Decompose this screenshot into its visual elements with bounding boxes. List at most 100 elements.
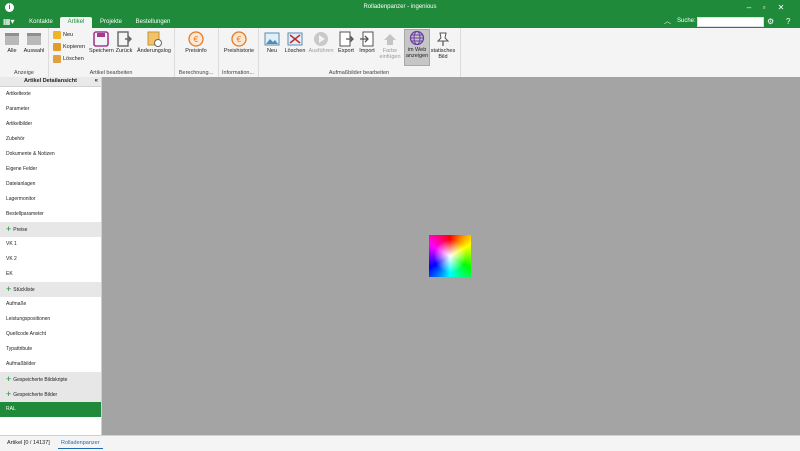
sidebar-item-label: Artikelbilder <box>6 121 33 127</box>
sidebar-item-label: VK 2 <box>6 256 17 262</box>
sidebar-item-label: Aufmaße <box>6 301 27 307</box>
save-button[interactable]: Speichern <box>89 31 114 54</box>
run-button[interactable]: Ausführen <box>308 31 334 54</box>
sidebar-item-aufmaßbilder[interactable]: Aufmaßbilder <box>0 357 101 372</box>
status-bar: Artikel [0 / 14137] Rolladenpanzer <box>0 435 800 451</box>
change-log-button[interactable]: Änderungslog <box>136 31 172 54</box>
status-tab-article-count[interactable]: Artikel [0 / 14137] <box>4 438 53 448</box>
svg-text:€: € <box>193 35 198 44</box>
status-tab-rolladenpanzer[interactable]: Rolladenpanzer <box>58 438 103 449</box>
price-info-button[interactable]: € Preisinfo <box>182 31 210 54</box>
sidebar: Artikel Detailansicht « Artikeltexte Para… <box>0 77 102 435</box>
insert-color-button[interactable]: Farbe einfügen <box>378 31 402 60</box>
sidebar-item-artikelbilder[interactable]: Artikelbilder <box>0 117 101 132</box>
tab-bestellungen[interactable]: Bestellungen <box>131 17 175 28</box>
close-icon[interactable]: ✕ <box>774 2 788 14</box>
sidebar-title: Artikel Detailansicht <box>24 78 77 84</box>
sidebar-nav-list: Artikeltexte Parameter Artikelbilder Zubehö… <box>0 87 101 417</box>
back-button[interactable]: Zurück <box>114 31 134 54</box>
sidebar-item-vk-1[interactable]: VK 1 <box>0 237 101 252</box>
sidebar-group-preise[interactable]: + Preise <box>0 222 101 237</box>
search-label: Suche: <box>677 18 696 24</box>
sidebar-item-leistungspositionen[interactable]: Leistungspositionen <box>0 312 101 327</box>
sidebar-item-label: Preise <box>13 226 28 233</box>
ribbon-group-label: Berechnung... <box>178 70 214 76</box>
sidebar-item-label: Artikeltexte <box>6 91 31 97</box>
export-button[interactable]: Export <box>336 31 356 54</box>
sidebar-item-label: Dokumente & Notizen <box>6 151 55 157</box>
sidebar-item-zubehör[interactable]: Zubehör <box>0 132 101 147</box>
search-input[interactable] <box>697 17 764 27</box>
restore-icon[interactable]: ▫ <box>757 2 771 14</box>
new-image-button[interactable]: Neu <box>262 31 282 54</box>
change-log-icon <box>147 31 162 47</box>
sidebar-item-label: Typattribute <box>6 346 33 352</box>
sidebar-item-lagermonitor[interactable]: Lagermonitor <box>0 192 101 207</box>
new-article-button[interactable]: Neu <box>53 30 73 40</box>
show-in-web-button[interactable]: im Web anzeigen <box>404 29 430 66</box>
title-bar: i Rolladenpanzer - ingenious – ▫ ✕ <box>0 0 800 16</box>
sidebar-item-aufmaße[interactable]: Aufmaße <box>0 297 101 312</box>
sidebar-item-label: Lagermonitor <box>6 196 36 202</box>
sidebar-item-label: Quellcode Ansicht <box>6 331 47 337</box>
color-wheel-image <box>429 235 471 277</box>
sidebar-item-ral[interactable]: RAL <box>0 402 101 417</box>
sidebar-item-eigene-felder[interactable]: Eigene Felder <box>0 162 101 177</box>
plus-icon: + <box>6 224 12 234</box>
svg-text:€: € <box>236 35 241 44</box>
sidebar-item-quellcode-ansicht[interactable]: Quellcode Ansicht <box>0 327 101 342</box>
sidebar-group-gespeicherte-bilder[interactable]: + Gespeicherte Bilder <box>0 387 101 402</box>
delete-icon <box>53 54 61 63</box>
delete-image-button[interactable]: Löschen <box>284 31 306 54</box>
minimize-icon[interactable]: – <box>742 2 756 14</box>
sidebar-item-label: Aufmaßbilder <box>6 361 36 367</box>
copy-article-button[interactable]: Kopieren <box>53 42 85 52</box>
undo-icon <box>117 31 132 47</box>
save-icon <box>93 31 109 47</box>
ribbon-group-berechnung: € Preisinfo Berechnung... <box>174 28 219 77</box>
paste-color-icon <box>384 34 396 45</box>
import-button[interactable]: Import <box>357 31 377 54</box>
ribbon: Alle Auswahl Anzeige Neu Kopieren Lösche… <box>0 28 800 78</box>
list-all-icon <box>5 33 19 45</box>
sidebar-item-dokumente-notizen[interactable]: Dokumente & Notizen <box>0 147 101 162</box>
delete-article-button[interactable]: Löschen <box>53 54 84 64</box>
sidebar-group-gespeicherte-bildskripte[interactable]: + Gespeicherte Bildskripte <box>0 372 101 387</box>
ribbon-group-artikel-bearbeiten: Neu Kopieren Löschen Speichern Zurück Än… <box>48 28 175 77</box>
grid-menu-icon[interactable]: ▦▾ <box>3 17 17 27</box>
show-selection-button[interactable]: Auswahl <box>23 31 45 54</box>
sidebar-item-label: EK <box>6 271 13 277</box>
sidebar-item-ek[interactable]: EK <box>0 267 101 282</box>
ribbon-group-label: Artikel bearbeiten <box>89 70 133 76</box>
show-all-button[interactable]: Alle <box>3 31 21 54</box>
sidebar-item-label: Zubehör <box>6 136 25 142</box>
sidebar-header: Artikel Detailansicht « <box>0 77 101 87</box>
tab-artikel[interactable]: Artikel <box>60 17 92 28</box>
double-chevron-left-icon[interactable]: « <box>95 77 98 86</box>
sidebar-item-vk-2[interactable]: VK 2 <box>0 252 101 267</box>
sidebar-item-typattribute[interactable]: Typattribute <box>0 342 101 357</box>
ribbon-collapse-icon[interactable]: ︿ <box>664 17 671 27</box>
sidebar-item-label: VK 1 <box>6 241 17 247</box>
sidebar-item-label: RAL <box>6 406 16 412</box>
sidebar-item-label: Bestellparameter <box>6 211 44 217</box>
static-image-button[interactable]: statisches Bild <box>430 31 456 60</box>
sidebar-item-label: Dateianlagen <box>6 181 36 187</box>
sidebar-item-parameter[interactable]: Parameter <box>0 102 101 117</box>
sidebar-item-label: Stückliste <box>13 286 35 293</box>
tab-kontakte[interactable]: Kontakte <box>24 17 58 28</box>
sidebar-item-label: Gespeicherte Bilder <box>13 391 58 398</box>
sidebar-item-dateianlagen[interactable]: Dateianlagen <box>0 177 101 192</box>
sidebar-item-artikeltexte[interactable]: Artikeltexte <box>0 87 101 102</box>
image-new-icon <box>264 32 280 46</box>
plus-icon: + <box>6 389 12 399</box>
help-icon[interactable]: ? <box>786 17 790 27</box>
ribbon-group-label: Information... <box>221 70 255 76</box>
sidebar-item-bestellparameter[interactable]: Bestellparameter <box>0 207 101 222</box>
sidebar-group-stückliste[interactable]: + Stückliste <box>0 282 101 297</box>
import-icon <box>360 31 374 47</box>
price-history-button[interactable]: € Preishistorie <box>222 31 256 54</box>
list-selection-icon <box>27 33 41 45</box>
tab-projekte[interactable]: Projekte <box>95 17 127 28</box>
settings-icon[interactable]: ⚙ <box>767 17 774 27</box>
